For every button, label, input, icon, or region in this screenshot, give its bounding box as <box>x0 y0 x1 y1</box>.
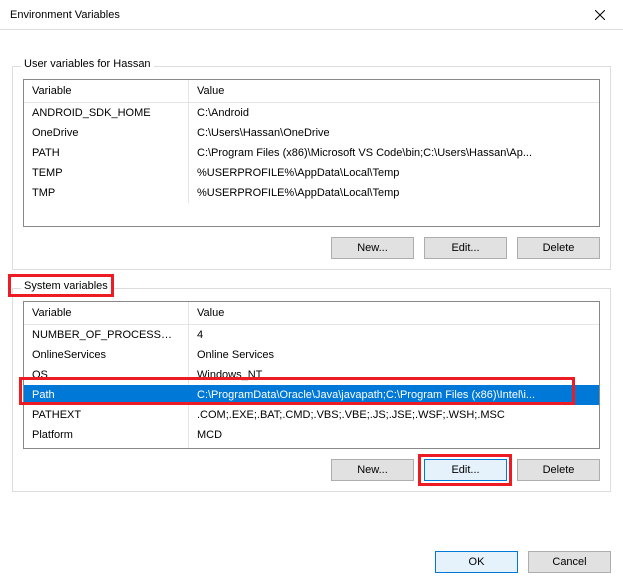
column-header-variable[interactable]: Variable <box>24 302 189 324</box>
title-bar: Environment Variables <box>0 0 623 30</box>
system-table-header: Variable Value <box>24 302 599 325</box>
variable-cell: TMP <box>24 183 189 203</box>
value-cell: C:\Program Files (x86)\Microsoft VS Code… <box>189 143 599 163</box>
table-row[interactable]: OSWindows_NT <box>24 365 599 385</box>
window-title: Environment Variables <box>10 9 577 21</box>
user-group-label: User variables for Hassan <box>21 58 154 70</box>
column-header-value[interactable]: Value <box>189 80 599 102</box>
user-variables-group: User variables for Hassan Variable Value… <box>12 66 611 270</box>
variable-cell: PATH <box>24 143 189 163</box>
system-variables-table[interactable]: Variable Value NUMBER_OF_PROCESSORS4Onli… <box>23 301 600 449</box>
value-cell: Windows_NT <box>189 365 599 385</box>
table-row[interactable]: OnlineServicesOnline Services <box>24 345 599 365</box>
user-new-button[interactable]: New... <box>331 237 414 259</box>
close-icon <box>595 10 605 20</box>
table-row[interactable]: platformcodeKV <box>24 445 599 449</box>
column-header-variable[interactable]: Variable <box>24 80 189 102</box>
column-header-value[interactable]: Value <box>189 302 599 324</box>
user-variables-table[interactable]: Variable Value ANDROID_SDK_HOMEC:\Androi… <box>23 79 600 227</box>
close-button[interactable] <box>577 0 623 30</box>
value-cell: C:\Android <box>189 103 599 123</box>
value-cell: MCD <box>189 425 599 445</box>
table-row[interactable]: PlatformMCD <box>24 425 599 445</box>
cancel-button[interactable]: Cancel <box>528 551 611 573</box>
ok-button[interactable]: OK <box>435 551 518 573</box>
value-cell: KV <box>189 445 599 449</box>
variable-cell: OneDrive <box>24 123 189 143</box>
value-cell: %USERPROFILE%\AppData\Local\Temp <box>189 183 599 203</box>
table-row[interactable]: NUMBER_OF_PROCESSORS4 <box>24 325 599 345</box>
variable-cell: TEMP <box>24 163 189 183</box>
variable-cell: Path <box>24 385 189 405</box>
value-cell: %USERPROFILE%\AppData\Local\Temp <box>189 163 599 183</box>
value-cell: C:\Users\Hassan\OneDrive <box>189 123 599 143</box>
user-delete-button[interactable]: Delete <box>517 237 600 259</box>
system-group-label: System variables <box>21 280 111 292</box>
dialog-footer: OK Cancel <box>435 551 611 573</box>
value-cell: C:\ProgramData\Oracle\Java\javapath;C:\P… <box>189 385 599 405</box>
table-row[interactable]: PathC:\ProgramData\Oracle\Java\javapath;… <box>24 385 599 405</box>
variable-cell: OnlineServices <box>24 345 189 365</box>
user-edit-button[interactable]: Edit... <box>424 237 507 259</box>
table-row[interactable]: TEMP%USERPROFILE%\AppData\Local\Temp <box>24 163 599 183</box>
value-cell: 4 <box>189 325 599 345</box>
variable-cell: platformcode <box>24 445 189 449</box>
value-cell: .COM;.EXE;.BAT;.CMD;.VBS;.VBE;.JS;.JSE;.… <box>189 405 599 425</box>
system-edit-button[interactable]: Edit... <box>424 459 507 481</box>
variable-cell: OS <box>24 365 189 385</box>
variable-cell: NUMBER_OF_PROCESSORS <box>24 325 189 345</box>
table-row[interactable]: TMP%USERPROFILE%\AppData\Local\Temp <box>24 183 599 203</box>
value-cell: Online Services <box>189 345 599 365</box>
user-table-header: Variable Value <box>24 80 599 103</box>
variable-cell: ANDROID_SDK_HOME <box>24 103 189 123</box>
system-variables-group: System variables Variable Value NUMBER_O… <box>12 288 611 492</box>
table-row[interactable]: PATHC:\Program Files (x86)\Microsoft VS … <box>24 143 599 163</box>
table-row[interactable]: PATHEXT.COM;.EXE;.BAT;.CMD;.VBS;.VBE;.JS… <box>24 405 599 425</box>
table-row[interactable]: ANDROID_SDK_HOMEC:\Android <box>24 103 599 123</box>
system-new-button[interactable]: New... <box>331 459 414 481</box>
variable-cell: Platform <box>24 425 189 445</box>
table-row[interactable]: OneDriveC:\Users\Hassan\OneDrive <box>24 123 599 143</box>
system-delete-button[interactable]: Delete <box>517 459 600 481</box>
variable-cell: PATHEXT <box>24 405 189 425</box>
